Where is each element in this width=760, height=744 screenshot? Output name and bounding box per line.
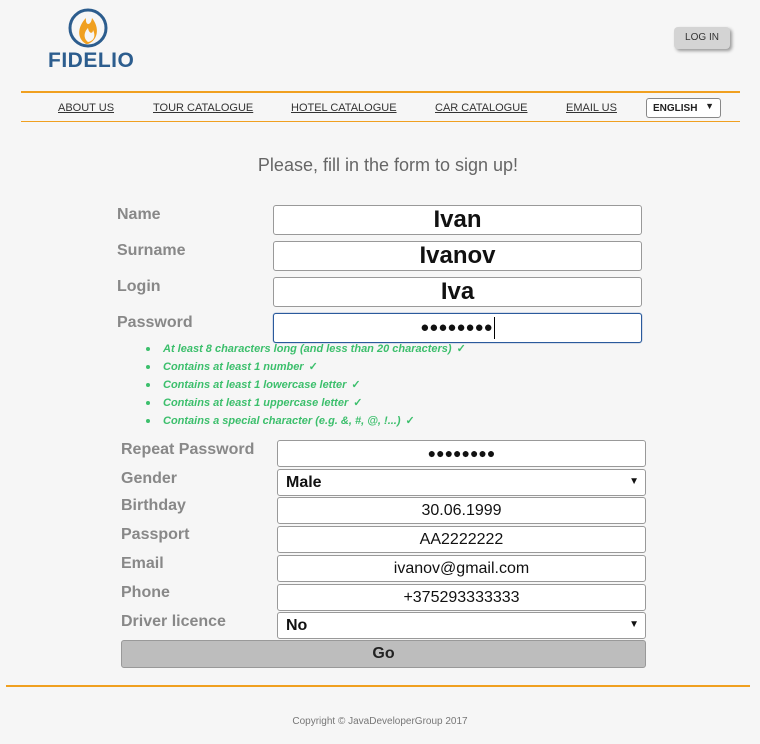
form-heading: Please, fill in the form to sign up! bbox=[257, 155, 519, 175]
password-rule: Contains a special character (e.g. &, #,… bbox=[146, 414, 466, 432]
check-icon: ✓ bbox=[405, 415, 415, 427]
chevron-down-icon: ▼ bbox=[629, 619, 639, 630]
surname-label: Surname bbox=[117, 242, 186, 259]
nav-tour-catalogue[interactable]: TOUR CATALOGUE bbox=[153, 102, 253, 114]
password-input[interactable]: ●●●●●●●● bbox=[273, 313, 642, 343]
password-rule: Contains at least 1 lowercase letter ✓ bbox=[146, 378, 466, 396]
submit-button[interactable]: Go bbox=[121, 640, 646, 668]
check-icon: ✓ bbox=[308, 361, 318, 373]
language-select[interactable]: ENGLISH ▼ bbox=[646, 98, 721, 118]
repeat-password-label: Repeat Password bbox=[121, 441, 255, 458]
bullet-icon bbox=[146, 347, 150, 352]
gender-label: Gender bbox=[121, 470, 178, 487]
birthday-label: Birthday bbox=[121, 497, 186, 514]
password-value: ●●●●●●●● bbox=[420, 319, 493, 336]
bullet-icon bbox=[146, 365, 150, 370]
check-icon: ✓ bbox=[353, 397, 363, 409]
email-label: Email bbox=[121, 555, 164, 572]
password-rules-list: At least 8 characters long (and less tha… bbox=[146, 342, 466, 432]
surname-input[interactable]: Ivanov bbox=[273, 241, 642, 271]
check-icon: ✓ bbox=[351, 379, 361, 391]
gender-select[interactable]: Male ▼ bbox=[277, 469, 646, 496]
gender-value: Male bbox=[286, 474, 322, 491]
text-caret bbox=[493, 317, 495, 340]
password-label: Password bbox=[117, 314, 193, 331]
chevron-down-icon: ▼ bbox=[705, 101, 714, 111]
nav-about-us[interactable]: ABOUT US bbox=[58, 102, 114, 114]
fidelio-logo[interactable]: FIDELIO bbox=[48, 8, 134, 72]
repeat-password-input[interactable]: ●●●●●●●● bbox=[277, 440, 646, 467]
password-rule: At least 8 characters long (and less tha… bbox=[146, 342, 466, 360]
driver-licence-select[interactable]: No ▼ bbox=[277, 612, 646, 639]
bullet-icon bbox=[146, 401, 150, 406]
bullet-icon bbox=[146, 383, 150, 388]
chevron-down-icon: ▼ bbox=[629, 476, 639, 487]
email-input[interactable]: ivanov@gmail.com bbox=[277, 555, 646, 582]
copyright-text: Copyright © JavaDeveloperGroup 2017 bbox=[292, 716, 468, 727]
bullet-icon bbox=[146, 419, 150, 424]
phone-label: Phone bbox=[121, 584, 170, 601]
flame-icon bbox=[68, 8, 108, 48]
nav-hotel-catalogue[interactable]: HOTEL CATALOGUE bbox=[291, 102, 397, 114]
main-nav: ABOUT US TOUR CATALOGUE HOTEL CATALOGUE … bbox=[21, 91, 740, 122]
nav-email-us[interactable]: EMAIL US bbox=[566, 102, 617, 114]
name-label: Name bbox=[117, 206, 161, 223]
brand-name: FIDELIO bbox=[48, 49, 135, 72]
driver-licence-label: Driver licence bbox=[121, 613, 226, 630]
phone-input[interactable]: +375293333333 bbox=[277, 584, 646, 611]
passport-label: Passport bbox=[121, 526, 190, 543]
password-rule: Contains at least 1 uppercase letter ✓ bbox=[146, 396, 466, 414]
nav-car-catalogue[interactable]: CAR CATALOGUE bbox=[435, 102, 528, 114]
login-label: Login bbox=[117, 278, 161, 295]
birthday-input[interactable]: 30.06.1999 bbox=[277, 497, 646, 524]
name-input[interactable]: Ivan bbox=[273, 205, 642, 235]
check-icon: ✓ bbox=[456, 343, 466, 355]
language-value: ENGLISH bbox=[653, 103, 698, 114]
driver-licence-value: No bbox=[286, 617, 308, 634]
login-button[interactable]: LOG IN bbox=[674, 27, 730, 49]
passport-input[interactable]: AA2222222 bbox=[277, 526, 646, 553]
password-rule: Contains at least 1 number ✓ bbox=[146, 360, 466, 378]
login-input[interactable]: Iva bbox=[273, 277, 642, 307]
footer-divider bbox=[6, 685, 750, 687]
